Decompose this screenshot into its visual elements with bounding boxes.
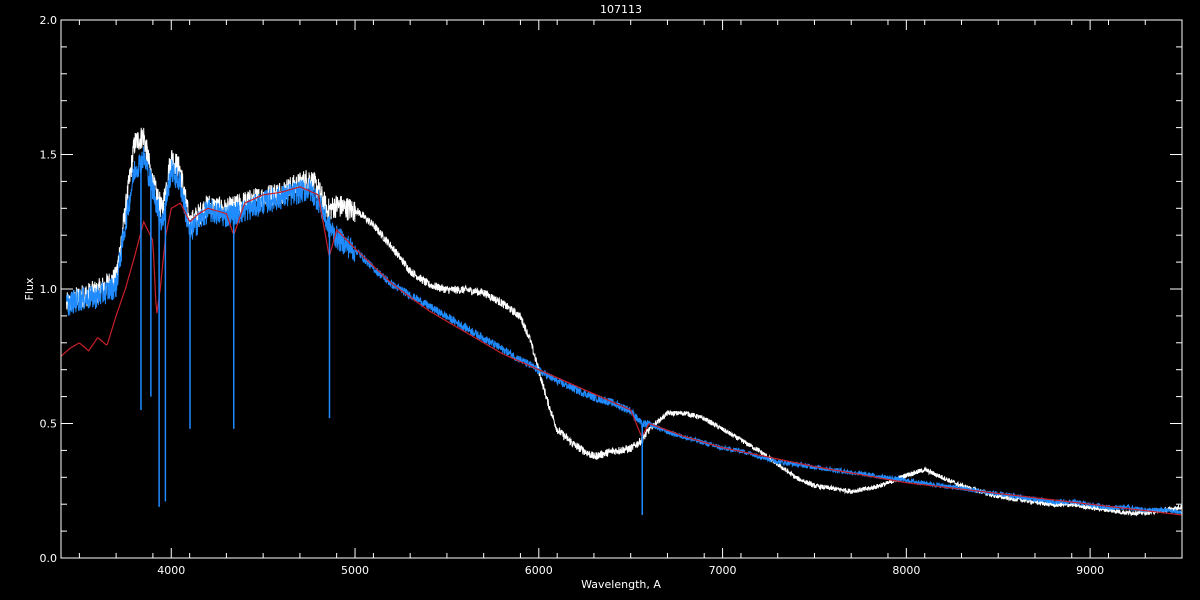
- x-tick-label: 9000: [1076, 564, 1104, 577]
- spectrum-chart: 4000 5000 6000 7000 8000 90000.00.51.01.52.0 …: [0, 0, 1200, 600]
- y-tick-label: 0.5: [40, 418, 58, 431]
- y-tick-label: 2.0: [40, 14, 58, 27]
- chart-title: 107113: [600, 3, 642, 16]
- x-tick-label: 4000: [157, 564, 185, 577]
- y-tick-label: 0.0: [40, 552, 58, 565]
- y-axis-label: Flux: [23, 277, 36, 300]
- chart-background: [0, 0, 1200, 600]
- x-tick-label: 8000: [892, 564, 920, 577]
- y-tick-label: 1.0: [40, 283, 58, 296]
- x-tick-label: 5000: [341, 564, 369, 577]
- x-tick-label: 7000: [709, 564, 737, 577]
- x-tick-label: 6000: [525, 564, 553, 577]
- x-axis-label: Wavelength, A: [581, 578, 661, 591]
- y-tick-label: 1.5: [40, 149, 58, 162]
